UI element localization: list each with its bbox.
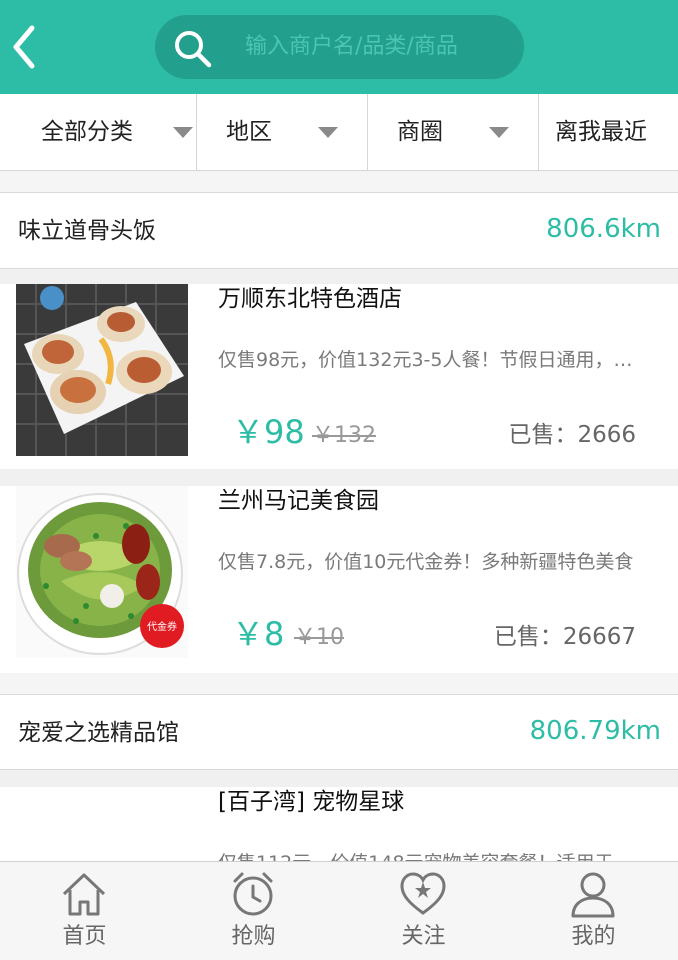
tab-label: 首页 [62, 924, 107, 949]
top-bar: 输入商户名/品类/商品 [0, 0, 678, 94]
search-box[interactable]: 输入商户名/品类/商品 [155, 15, 524, 79]
tab-mine[interactable]: 我的 [509, 862, 678, 960]
deal-image: 代金券 [16, 486, 188, 658]
filter-bar: 全部分类 地区 商圈 离我最近 [0, 94, 678, 171]
home-icon [62, 873, 106, 916]
filter-category-label: 全部分类 [41, 119, 133, 145]
tab-home[interactable]: 首页 [0, 862, 169, 960]
deal-item[interactable]: [百子湾] 宠物星球 仅售112元，价值148元宠物美容套餐！适用于 [0, 787, 678, 861]
filter-area-label: 地区 [226, 119, 272, 145]
deal-original-price: ￥132 [312, 423, 376, 448]
user-icon [571, 872, 615, 918]
shop-name: 宠爱之选精品馆 [18, 720, 179, 746]
tab-label: 我的 [571, 924, 616, 949]
deal-title: 万顺东北特色酒店 [218, 286, 402, 312]
deal-image [16, 284, 188, 456]
shop-distance: 806.79km [529, 716, 661, 746]
deal-sold-count: 已售：26667 [493, 624, 636, 650]
deal-description: 仅售112元，价值148元宠物美容套餐！适用于 [218, 849, 648, 861]
tab-flash-sale[interactable]: 抢购 [169, 862, 338, 960]
bottom-tab-bar: 首页 抢购 关注 我的 [0, 861, 678, 960]
deal-original-price: ￥10 [294, 625, 344, 650]
filter-category[interactable]: 全部分类 [0, 94, 197, 171]
deal-title: 兰州马记美食园 [218, 488, 379, 514]
chevron-left-icon [13, 25, 35, 69]
deal-item[interactable]: 万顺东北特色酒店 仅售98元，价值132元3-5人餐！节假日通用，免费WiFi … [0, 284, 678, 469]
tab-label: 关注 [401, 924, 446, 949]
alarm-clock-icon [233, 872, 273, 916]
filter-nearest[interactable]: 离我最近 [539, 94, 678, 171]
tab-follow[interactable]: 关注 [339, 862, 508, 960]
tab-label: 抢购 [231, 924, 276, 949]
shop-header[interactable]: 味立道骨头饭 806.6km [0, 192, 678, 269]
caret-down-icon [489, 127, 509, 138]
deal-price: ￥98 [232, 413, 305, 451]
search-icon [175, 31, 212, 68]
deal-description: 仅售98元，价值132元3-5人餐！节假日通用，免费WiFi [218, 349, 648, 371]
shop-name: 味立道骨头饭 [18, 218, 156, 244]
back-button[interactable] [8, 24, 42, 70]
shop-distance: 806.6km [546, 214, 661, 244]
caret-down-icon [318, 127, 338, 138]
divider [0, 673, 678, 694]
filter-nearest-label: 离我最近 [555, 119, 647, 145]
filter-district[interactable]: 商圈 [368, 94, 539, 171]
deal-title: [百子湾] 宠物星球 [218, 789, 405, 815]
heart-star-icon [400, 872, 446, 915]
deal-description: 仅售7.8元，价值10元代金券！多种新疆特色美食 [218, 551, 634, 573]
deal-item[interactable]: 代金券 兰州马记美食园 仅售7.8元，价值10元代金券！多种新疆特色美食 ￥8 … [0, 486, 678, 673]
search-placeholder: 输入商户名/品类/商品 [245, 34, 458, 59]
caret-down-icon [173, 127, 193, 138]
deal-sold-count: 已售：2666 [508, 422, 636, 448]
deal-price: ￥8 [232, 615, 285, 653]
filter-area[interactable]: 地区 [197, 94, 368, 171]
divider [0, 171, 678, 192]
voucher-badge: 代金券 [147, 620, 177, 633]
shop-header[interactable]: 宠爱之选精品馆 806.79km [0, 694, 678, 770]
filter-district-label: 商圈 [397, 119, 443, 145]
